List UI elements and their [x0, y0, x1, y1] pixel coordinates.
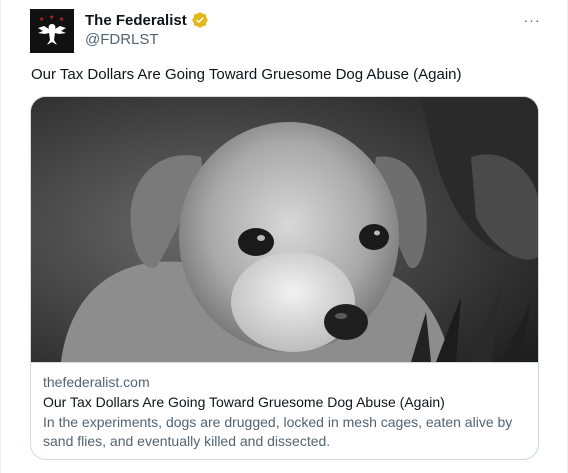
svg-text:★: ★ [39, 16, 44, 23]
avatar[interactable]: ★ ★ ★ [30, 9, 74, 53]
card-description: In the experiments, dogs are drugged, lo… [43, 414, 513, 449]
card-meta[interactable]: thefederalist.com Our Tax Dollars Are Go… [31, 362, 538, 459]
more-options-button[interactable]: ··· [519, 10, 545, 30]
card-domain: thefederalist.com [43, 374, 150, 390]
card-image[interactable] [31, 97, 538, 362]
display-name[interactable]: The Federalist [85, 12, 187, 29]
svg-text:★: ★ [49, 14, 54, 21]
more-options-icon: ··· [523, 12, 541, 28]
tweet-text: Our Tax Dollars Are Going Toward Gruesom… [31, 66, 462, 83]
tweet[interactable]: ★ ★ ★ The Federalist @FDRLST ··· Our Tax… [0, 0, 568, 473]
eagle-logo-icon: ★ ★ ★ [30, 9, 74, 53]
svg-text:★: ★ [59, 16, 64, 23]
puppy-photo [31, 97, 538, 362]
link-card[interactable]: thefederalist.com Our Tax Dollars Are Go… [30, 96, 539, 460]
card-title: Our Tax Dollars Are Going Toward Gruesom… [43, 394, 445, 410]
name-row: The Federalist [85, 11, 209, 29]
verified-badge-icon[interactable] [191, 11, 209, 29]
handle[interactable]: @FDRLST [85, 31, 159, 48]
